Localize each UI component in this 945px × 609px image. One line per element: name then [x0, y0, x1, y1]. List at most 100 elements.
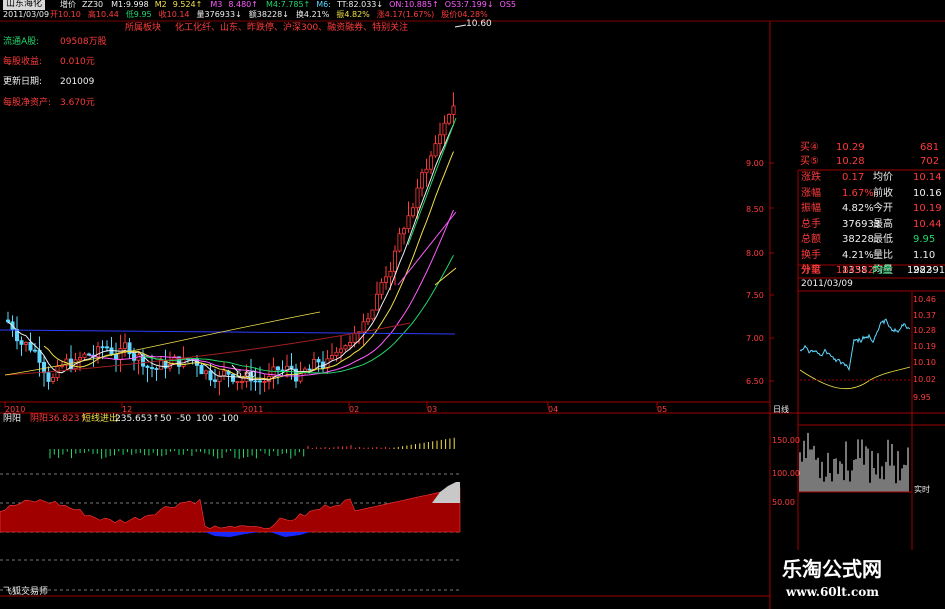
indicator-area	[0, 487, 461, 533]
stat-label: 总手	[801, 218, 821, 230]
indicator-level: -100	[218, 414, 239, 424]
stat-value: 38228	[842, 234, 874, 245]
candle-body	[446, 114, 451, 124]
stat-label: 量比	[873, 249, 893, 261]
intraday-tick-label: 10.02	[913, 375, 936, 384]
stat-value: 1.67%	[842, 187, 874, 199]
candle-body	[352, 332, 357, 343]
intraday-tick-label: 10.10	[913, 358, 936, 367]
volume-realtime-label: 实时	[914, 485, 930, 494]
candle-body	[410, 207, 415, 217]
candle-body	[46, 372, 51, 382]
intraday-avg-line	[799, 366, 911, 390]
candle-body	[329, 355, 334, 360]
stat-value: 10.44	[913, 218, 942, 230]
candle-body	[203, 370, 208, 375]
stat-value: 4.82%	[842, 203, 874, 214]
indicator-blue-area	[205, 532, 260, 537]
bid-volume: 681	[920, 142, 940, 153]
indicator-gray-area	[432, 482, 460, 503]
bid-price: 10.29	[836, 142, 865, 153]
candle-body	[212, 379, 217, 382]
candle-body	[415, 187, 420, 209]
candle-body	[158, 359, 163, 370]
candle-body	[334, 351, 339, 356]
time-axis-label: 05	[657, 405, 668, 414]
bid-label: 买⑤	[800, 156, 819, 167]
candle-body	[392, 250, 397, 272]
low-price-label: 6.60	[236, 370, 257, 380]
candle-body	[388, 270, 393, 278]
stat-value: 10.16	[913, 187, 942, 199]
candle-body	[397, 233, 402, 252]
footer-label: 飞狐交易师	[3, 587, 49, 597]
candle-body	[374, 293, 379, 311]
candle-body	[100, 346, 105, 349]
volume-axis-label: 150.00	[772, 436, 800, 445]
candle-body	[208, 370, 213, 381]
candle-body	[154, 368, 159, 370]
stat-label: 涨跌	[801, 172, 821, 183]
candle-body	[149, 367, 154, 369]
time-axis-label: 03	[427, 405, 438, 414]
high-annotation-line	[454, 24, 467, 28]
high-price-label: 10.60	[466, 19, 492, 29]
bid-volume: 702	[920, 156, 940, 167]
candle-body	[51, 377, 56, 382]
intraday-tick-label: 10.37	[913, 311, 936, 320]
price-axis-label: 9.00	[746, 159, 764, 168]
candle-body	[105, 346, 110, 349]
candle-body	[307, 368, 312, 371]
candle-body	[253, 380, 258, 383]
candle-body	[145, 365, 150, 368]
intraday-tick-label: 10.19	[913, 342, 936, 351]
ma-up-green	[407, 117, 457, 246]
candle-body	[235, 381, 240, 383]
price-axis-label: 7.50	[746, 291, 764, 300]
stat-label: 最高	[873, 218, 893, 230]
watermark: 乐淘公式网 www.60lt.com	[774, 555, 942, 607]
price-axis-label: 8.50	[746, 205, 764, 214]
candle-body	[370, 309, 375, 320]
candle-body	[343, 345, 348, 350]
intraday-date: 2011/03/09	[801, 279, 853, 289]
candle-body	[347, 342, 352, 347]
indicator-name[interactable]: 阴阳	[3, 414, 21, 425]
candle-body	[221, 370, 226, 377]
candle-body	[239, 381, 244, 383]
candle-body	[230, 373, 235, 382]
volume-axis-label: 50.00	[772, 498, 795, 507]
candle-body	[437, 134, 442, 145]
intraday-tick-label: 9.95	[913, 393, 931, 402]
stat-label: 前收	[873, 187, 893, 199]
stat-value: 0.17	[842, 172, 865, 183]
kline-chart[interactable]	[0, 0, 945, 609]
stat-label: 振幅	[801, 203, 821, 214]
candle-body	[311, 359, 316, 371]
stat-value: 4.21%	[842, 249, 874, 261]
candle-body	[37, 349, 42, 363]
time-axis-label: 日线	[773, 405, 789, 414]
candle-body	[82, 353, 87, 358]
stat-label: 均价	[873, 172, 893, 183]
price-axis-label: 7.00	[746, 334, 764, 343]
indicator-line2-value: 235.653↑	[115, 414, 160, 424]
stat-label: 总额	[801, 234, 821, 245]
candle-body	[275, 366, 280, 371]
outer-volume-value: 184542	[836, 265, 875, 276]
candle-body	[78, 357, 83, 361]
candle-body	[87, 353, 92, 356]
candle-body	[428, 155, 433, 170]
intraday-tick-label: 10.46	[913, 295, 936, 304]
candle-body	[42, 361, 47, 374]
stat-value: 10.14	[913, 172, 942, 183]
stat-value: 10.19	[913, 203, 942, 214]
candle-body	[406, 215, 411, 230]
candle-body	[131, 353, 136, 361]
candle-body	[28, 342, 33, 351]
candle-body	[442, 122, 447, 136]
intraday-price-line	[799, 318, 911, 372]
candle-body	[379, 282, 384, 295]
ma5-line	[7, 124, 454, 381]
indicator-level: 100	[196, 414, 214, 424]
